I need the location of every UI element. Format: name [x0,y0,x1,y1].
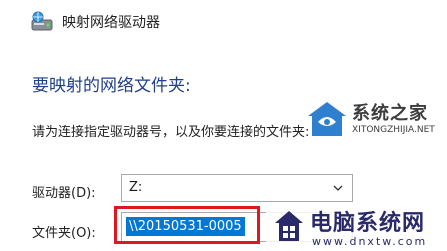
xitongzhijia-url: XITONGZHIJIA.NET [352,125,435,135]
drive-value: Z: [129,180,143,195]
highlight-box [114,206,260,244]
title-bar: 映射网络驱动器 [0,0,447,46]
xitongzhijia-logo-icon [308,102,346,136]
dnxtw-watermark: 电脑系统网 www.dnxtw.com [266,204,447,251]
folder-label: 文件夹(O): [32,226,96,241]
network-drive-icon [31,11,53,31]
window-title: 映射网络驱动器 [62,15,160,31]
xitongzhijia-name: 系统之家 [352,103,428,124]
dnxtw-name: 电脑系统网 [310,211,426,236]
dnxtw-url: www.dnxtw.com [312,235,428,248]
page-heading: 要映射的网络文件夹: [32,76,191,96]
chevron-down-icon[interactable] [333,184,343,192]
dnxtw-logo-icon [275,211,303,241]
drive-label: 驱动器(D): [32,186,96,201]
xitongzhijia-watermark: 系统之家 XITONGZHIJIA.NET [304,96,447,146]
drive-select[interactable]: Z: [121,174,353,202]
instruction-text: 请为连接指定驱动器号，以及你要连接的文件夹: [32,125,310,140]
